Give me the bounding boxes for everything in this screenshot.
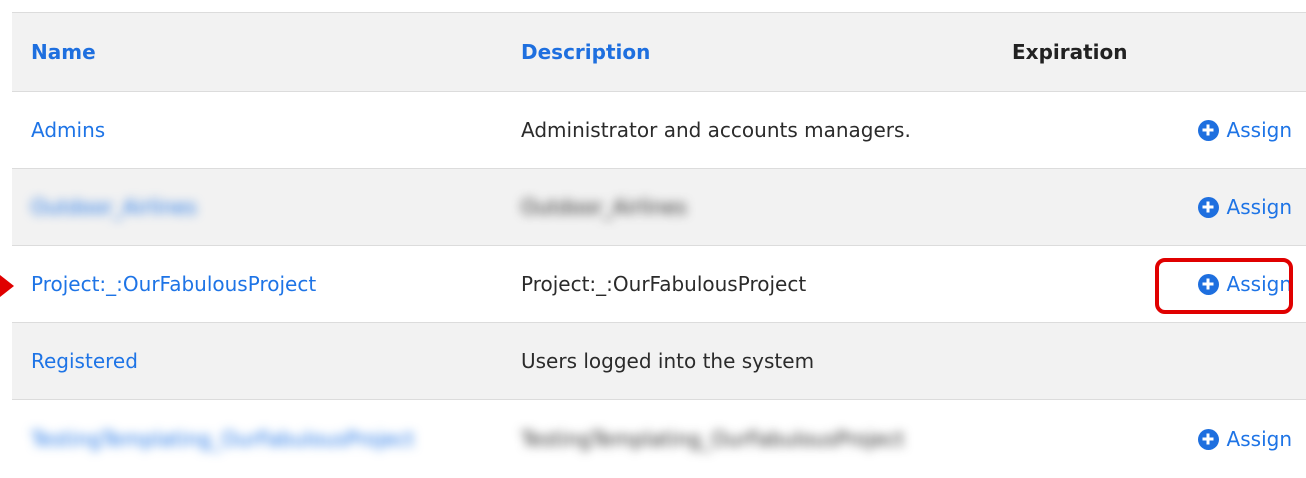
groups-table: Name Description Expiration Admins Admin… [12,12,1306,478]
group-name-link[interactable]: Outdoor_Airlines [31,195,197,219]
group-name-cell[interactable]: Outdoor_Airlines [31,169,197,245]
assign-button[interactable]: Assign [1197,195,1292,219]
table-row: Registered Users logged into the system [12,323,1306,400]
action-cell: Assign [1197,400,1292,478]
group-name-cell[interactable]: Admins [31,92,105,168]
group-description: TestingTemplating_OurFabulousProject [521,427,905,451]
group-name-link[interactable]: Project:_:OurFabulousProject [31,272,316,296]
table-row: Admins Administrator and accounts manage… [12,92,1306,169]
column-header-description-label[interactable]: Description [521,40,650,64]
group-name-cell[interactable]: Registered [31,323,138,399]
group-description-cell: Outdoor_Airlines [521,169,687,245]
table-row: Outdoor_Airlines Outdoor_Airlines Assign [12,169,1306,246]
plus-circle-icon [1197,119,1219,141]
column-header-name[interactable]: Name [31,13,96,91]
plus-circle-icon [1197,196,1219,218]
group-name-link[interactable]: Admins [31,118,105,142]
group-name-cell[interactable]: Project:_:OurFabulousProject [31,246,316,322]
column-header-expiration-label: Expiration [1012,40,1128,64]
column-header-description[interactable]: Description [521,13,650,91]
group-name-cell[interactable]: TestingTemplating_OurFabulousProject [31,400,414,478]
highlight-box [1155,258,1293,314]
assign-label: Assign [1226,427,1292,451]
plus-circle-icon [1197,428,1219,450]
column-header-name-label[interactable]: Name [31,40,96,64]
table-header-row: Name Description Expiration [12,13,1306,92]
column-header-expiration: Expiration [1012,13,1128,91]
group-name-link[interactable]: Registered [31,349,138,373]
group-description-cell: Project:_:OurFabulousProject [521,246,806,322]
table-row: Project:_:OurFabulousProject Project:_:O… [12,246,1306,323]
group-description-cell: Administrator and accounts managers. [521,92,911,168]
group-description-cell: Users logged into the system [521,323,814,399]
group-description: Users logged into the system [521,349,815,373]
table-row: TestingTemplating_OurFabulousProject Tes… [12,400,1306,478]
assign-button[interactable]: Assign [1197,118,1292,142]
group-description: Project:_:OurFabulousProject [521,272,807,296]
group-name-link[interactable]: TestingTemplating_OurFabulousProject [31,427,414,451]
group-description-cell: TestingTemplating_OurFabulousProject [521,400,904,478]
assign-label: Assign [1226,195,1292,219]
action-cell: Assign [1197,169,1292,245]
action-cell: Assign [1197,92,1292,168]
assign-button[interactable]: Assign [1197,427,1292,451]
pointer-arrow-icon [0,275,14,297]
assign-label: Assign [1226,118,1292,142]
group-description: Administrator and accounts managers. [521,118,911,142]
group-description: Outdoor_Airlines [521,195,687,219]
